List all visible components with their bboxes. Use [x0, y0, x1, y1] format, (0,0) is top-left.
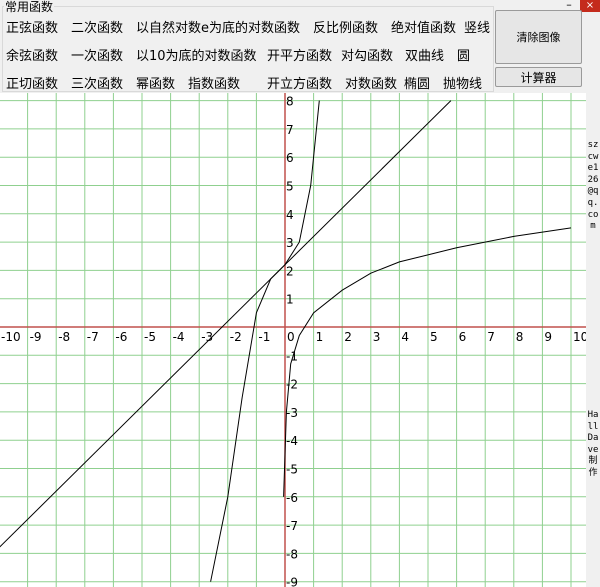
y-tick-label: -4 [286, 434, 298, 448]
clear-graph-button[interactable]: 清除图像 [495, 10, 582, 64]
x-tick-label: -4 [173, 330, 185, 344]
y-tick-label: -8 [286, 547, 298, 561]
x-tick-label: -1 [258, 330, 270, 344]
fn-hyperbola[interactable]: 双曲线 [405, 45, 444, 64]
y-tick-label: -7 [286, 519, 298, 533]
x-tick-label: 3 [373, 330, 381, 344]
x-tick-label: 4 [401, 330, 409, 344]
fn-quadratic[interactable]: 二次函数 [71, 17, 123, 36]
y-tick-label: 6 [286, 151, 294, 165]
y-tick-label: 7 [286, 123, 294, 137]
y-tick-label: -3 [286, 406, 298, 420]
fn-cubic[interactable]: 三次函数 [71, 73, 123, 92]
calculator-button[interactable]: 计算器 [495, 67, 582, 87]
x-tick-label: -9 [30, 330, 42, 344]
x-tick-label: 7 [487, 330, 495, 344]
fn-cosine[interactable]: 余弦函数 [6, 45, 58, 64]
fn-tangent[interactable]: 正切函数 [6, 73, 58, 92]
y-tick-label: 4 [286, 208, 294, 222]
x-tick-label: 2 [344, 330, 352, 344]
x-tick-label: -8 [58, 330, 70, 344]
fn-hook[interactable]: 对勾函数 [341, 45, 393, 64]
fn-natural-log[interactable]: 以自然对数e为底的对数函数 [136, 17, 300, 36]
x-tick-label: -6 [115, 330, 127, 344]
x-tick-label: -7 [87, 330, 99, 344]
fn-absolute[interactable]: 绝对值函数 [391, 17, 456, 36]
x-tick-label: 6 [459, 330, 467, 344]
x-tick-label: 10 [573, 330, 586, 344]
y-tick-label: 8 [286, 95, 294, 109]
function-graph[interactable]: -10 -9 -8 -7 -6 -5 -4 -3 -2 -1 0 1 2 3 4 5 6 7 8 9 108765432… [0, 93, 586, 587]
fn-reciprocal[interactable]: 反比例函数 [313, 17, 378, 36]
x-tick-label: 5 [430, 330, 438, 344]
x-tick-label: 8 [516, 330, 524, 344]
app-window: – × 常用函数 正弦函数 二次函数 以自然对数e为底的对数函数 反比例函数 绝… [0, 0, 600, 587]
fn-power[interactable]: 幂函数 [136, 73, 175, 92]
fn-sine[interactable]: 正弦函数 [6, 17, 58, 36]
fn-log10[interactable]: 以10为底的对数函数 [136, 45, 257, 64]
y-tick-label: 5 [286, 180, 294, 194]
y-tick-label: -5 [286, 463, 298, 477]
y-tick-label: 1 [286, 293, 294, 307]
close-button[interactable]: × [580, 0, 600, 12]
fn-circle[interactable]: 圆 [457, 45, 470, 64]
y-tick-label: 2 [286, 264, 294, 278]
fn-cube-root[interactable]: 开立方函数 [267, 73, 332, 92]
fn-linear[interactable]: 一次函数 [71, 45, 123, 64]
x-tick-label: -2 [230, 330, 242, 344]
fn-ellipse[interactable]: 椭圆 [404, 73, 430, 92]
fn-vertical-line[interactable]: 竖线 [464, 17, 490, 36]
y-tick-label: -2 [286, 378, 298, 392]
x-tick-label: 1 [316, 330, 324, 344]
y-tick-label: 3 [286, 236, 294, 250]
x-tick-label: 9 [544, 330, 552, 344]
fn-square-root[interactable]: 开平方函数 [267, 45, 332, 64]
fn-exponential[interactable]: 指数函数 [188, 73, 240, 92]
author-credit: HallDave制作 [587, 410, 599, 478]
y-tick-label: -6 [286, 491, 298, 505]
fn-logarithm[interactable]: 对数函数 [345, 73, 397, 92]
x-tick-label: -10 [1, 330, 21, 344]
fn-parabola[interactable]: 抛物线 [443, 73, 482, 92]
function-group-title: 常用函数 [4, 0, 55, 15]
y-tick-label: -9 [286, 576, 298, 587]
x-tick-label: -5 [144, 330, 156, 344]
author-email: szcwe126@qq.com [587, 140, 599, 232]
x-tick-label: 0 [287, 330, 295, 344]
